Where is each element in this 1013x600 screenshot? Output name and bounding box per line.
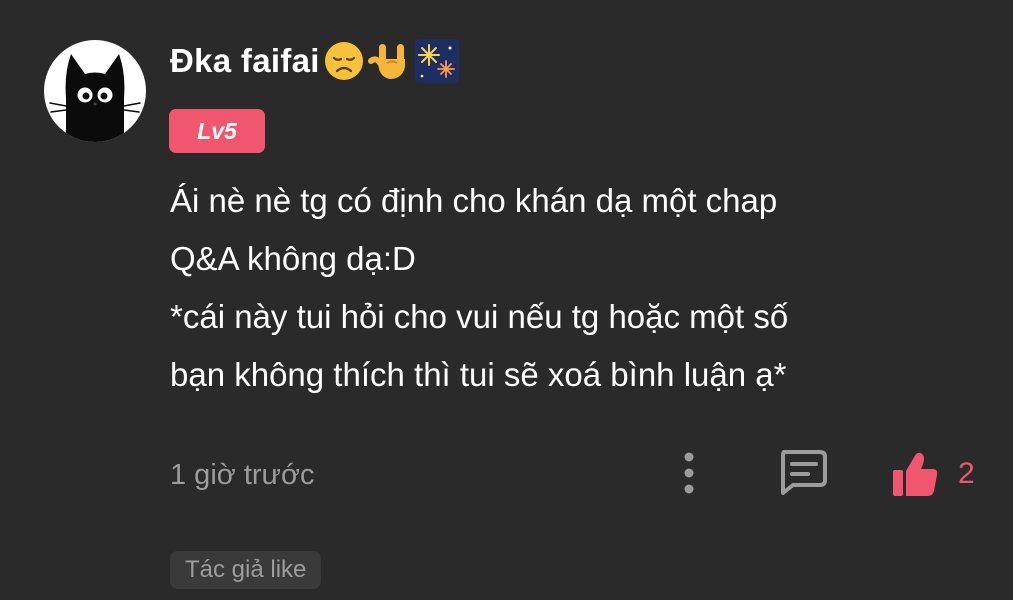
thumbs-up-icon (893, 452, 938, 496)
comment-body: Ái nè nè tg có định cho khán dạ một chap… (170, 172, 970, 404)
level-badge: Lv5 (169, 109, 265, 153)
reply-button[interactable] (776, 449, 828, 495)
timestamp: 1 giờ trước (170, 459, 315, 491)
username[interactable]: Đka faifai (170, 38, 460, 84)
comment-icon (781, 450, 827, 495)
sign-of-the-horns-icon (367, 44, 405, 79)
fireworks-icon (414, 39, 459, 83)
more-options-button[interactable] (672, 450, 706, 496)
comment-body-line: bạn không thích thì tui sẽ xoá bình luận… (170, 356, 787, 393)
like-button[interactable]: 2 (890, 448, 975, 500)
black-cat-icon (49, 54, 141, 142)
more-vertical-icon (684, 452, 694, 494)
comment-body-line: Ái nè nè tg có định cho khán dạ một chap (170, 182, 778, 219)
comment-body-line: Q&A không dạ:D (170, 240, 416, 277)
username-emojis (322, 38, 460, 84)
comment-body-line: *cái này tui hỏi cho vui nếu tg hoặc một… (170, 298, 789, 335)
avatar[interactable] (44, 40, 146, 142)
username-text: Đka faifai (170, 42, 320, 79)
like-count: 2 (958, 457, 975, 490)
author-like-badge: Tác giả like (170, 551, 322, 589)
comment-card: Đka faifai Lv5 Ái nè nè tg có định cho k… (0, 0, 1013, 600)
disappointed-face-icon (324, 42, 363, 80)
